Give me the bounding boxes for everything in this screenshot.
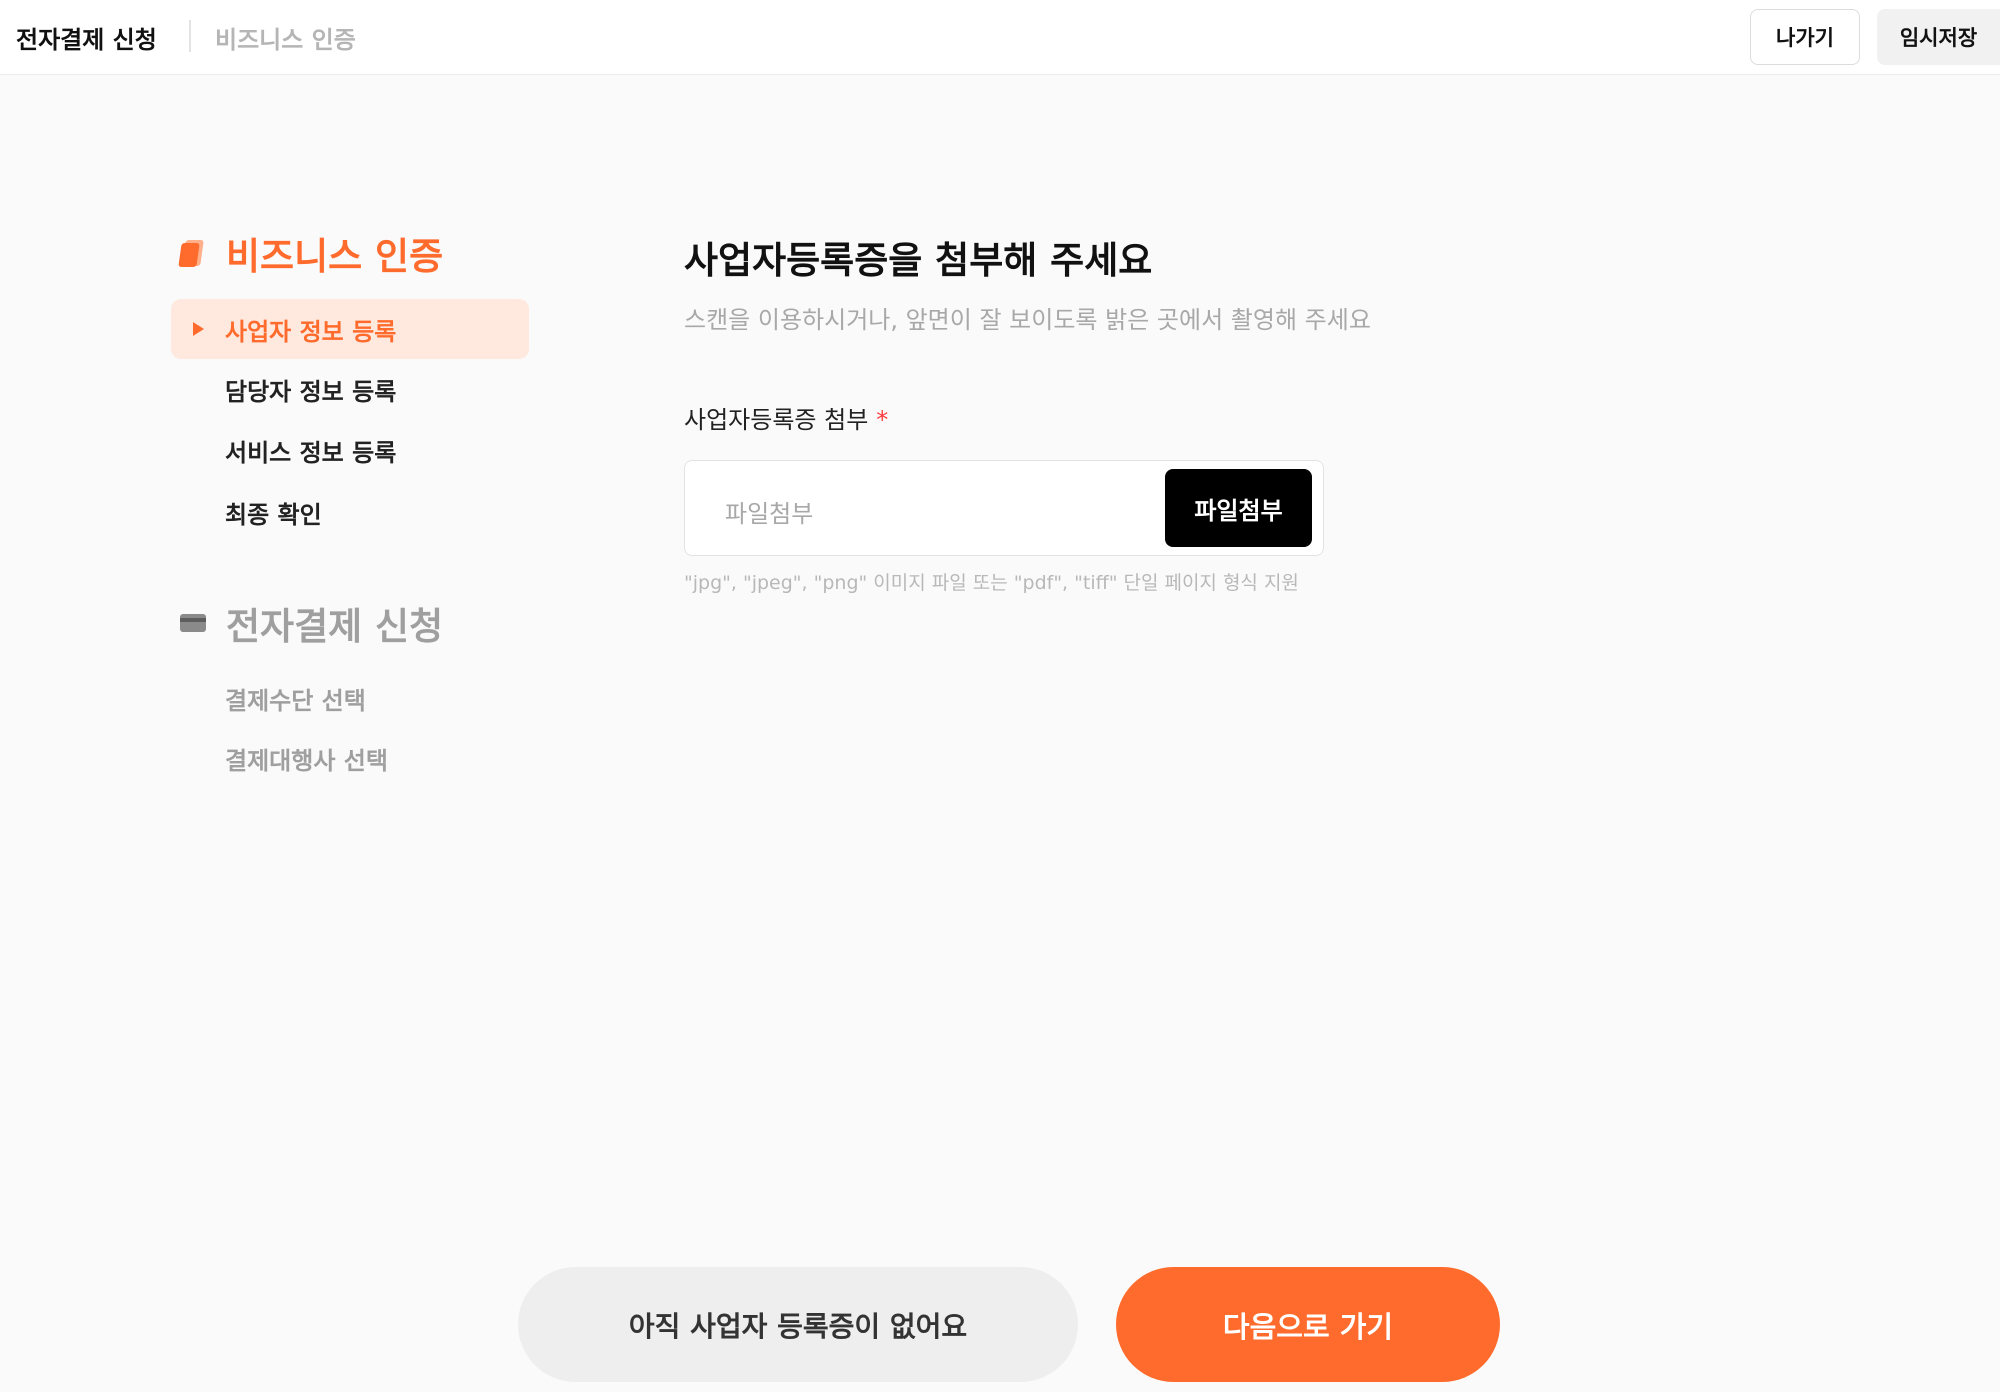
field-label-text: 사업자등록증 첨부 xyxy=(684,406,869,434)
sidebar-item-business-info[interactable]: 사업자 정보 등록 xyxy=(171,299,529,359)
sidebar-item-label: 결제대행사 선택 xyxy=(225,746,388,775)
exit-button[interactable]: 나가기 xyxy=(1750,9,1860,65)
page-title: 사업자등록증을 첨부해 주세요 xyxy=(684,239,1153,282)
sidebar-section-business-verification: 비즈니스 인증 xyxy=(178,230,443,278)
app-title: 전자결제 신청 xyxy=(16,26,157,54)
sidebar-section-payment-application: 전자결제 신청 xyxy=(178,600,443,648)
page-subtitle: 스캔을 이용하시거나, 앞면이 잘 보이도록 밝은 곳에서 촬영해 주세요 xyxy=(684,306,1371,334)
required-mark: * xyxy=(876,406,889,434)
sidebar-item-final-check[interactable]: 최종 확인 xyxy=(171,482,529,542)
file-format-hint: "jpg", "jpeg", "png" 이미지 파일 또는 "pdf", "t… xyxy=(684,572,1299,594)
sidebar-item-label: 결제수단 선택 xyxy=(225,686,366,715)
sidebar-item-label: 서비스 정보 등록 xyxy=(225,438,397,467)
sidebar-item-label: 사업자 정보 등록 xyxy=(225,317,397,346)
document-icon xyxy=(178,238,208,268)
card-icon xyxy=(178,608,208,638)
page-breadcrumb: 비즈니스 인증 xyxy=(215,26,356,54)
sidebar-item-manager-info[interactable]: 담당자 정보 등록 xyxy=(171,359,529,419)
sidebar-item-label: 최종 확인 xyxy=(225,500,322,529)
sidebar-item-service-info[interactable]: 서비스 정보 등록 xyxy=(171,420,529,480)
sidebar-section-title: 비즈니스 인증 xyxy=(226,235,444,278)
field-label-business-certificate: 사업자등록증 첨부 * xyxy=(684,400,888,435)
file-upload-field[interactable]: 파일첨부 파일첨부 xyxy=(684,460,1324,556)
temp-save-button[interactable]: 임시저장 xyxy=(1877,9,2000,65)
top-bar: 전자결제 신청 비즈니스 인증 나가기 임시저장 xyxy=(0,0,2000,75)
no-certificate-button[interactable]: 아직 사업자 등록증이 없어요 xyxy=(518,1267,1078,1382)
sidebar-item-payment-agency[interactable]: 결제대행사 선택 xyxy=(171,728,529,788)
sidebar-item-label: 담당자 정보 등록 xyxy=(225,377,397,406)
sidebar-section-title: 전자결제 신청 xyxy=(226,605,444,648)
title-divider xyxy=(189,20,191,52)
file-upload-placeholder: 파일첨부 xyxy=(725,500,814,528)
next-button[interactable]: 다음으로 가기 xyxy=(1116,1267,1500,1382)
sidebar-item-payment-method[interactable]: 결제수단 선택 xyxy=(171,668,529,728)
caret-right-icon xyxy=(193,322,204,336)
file-attach-button[interactable]: 파일첨부 xyxy=(1165,469,1312,547)
